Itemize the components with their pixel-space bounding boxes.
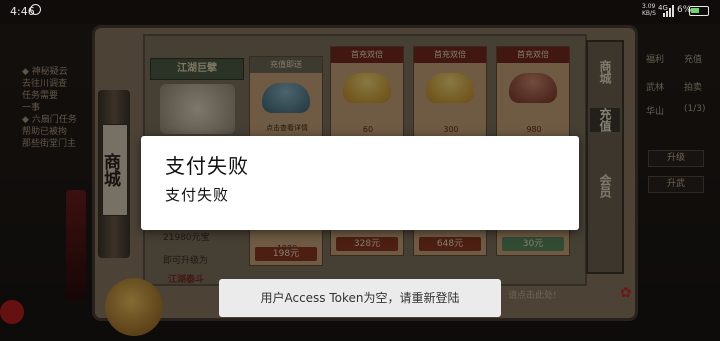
network-speed-value: 3.09 [642, 3, 656, 10]
status-bar: 4:46 3.09 KB/S 4G 6% [0, 0, 720, 24]
dialog-message: 支付失败 [165, 186, 230, 204]
signal-icon [663, 5, 674, 17]
battery-icon [689, 6, 709, 16]
dialog-title: 支付失败 [165, 154, 249, 178]
payment-failed-dialog: 支付失败 支付失败 [141, 136, 579, 230]
network-speed-unit: KB/S [642, 10, 656, 17]
alarm-icon [30, 4, 41, 15]
network-speed: 3.09 KB/S [642, 3, 656, 17]
toast-message: 用户Access Token为空，请重新登陆 [219, 279, 501, 317]
